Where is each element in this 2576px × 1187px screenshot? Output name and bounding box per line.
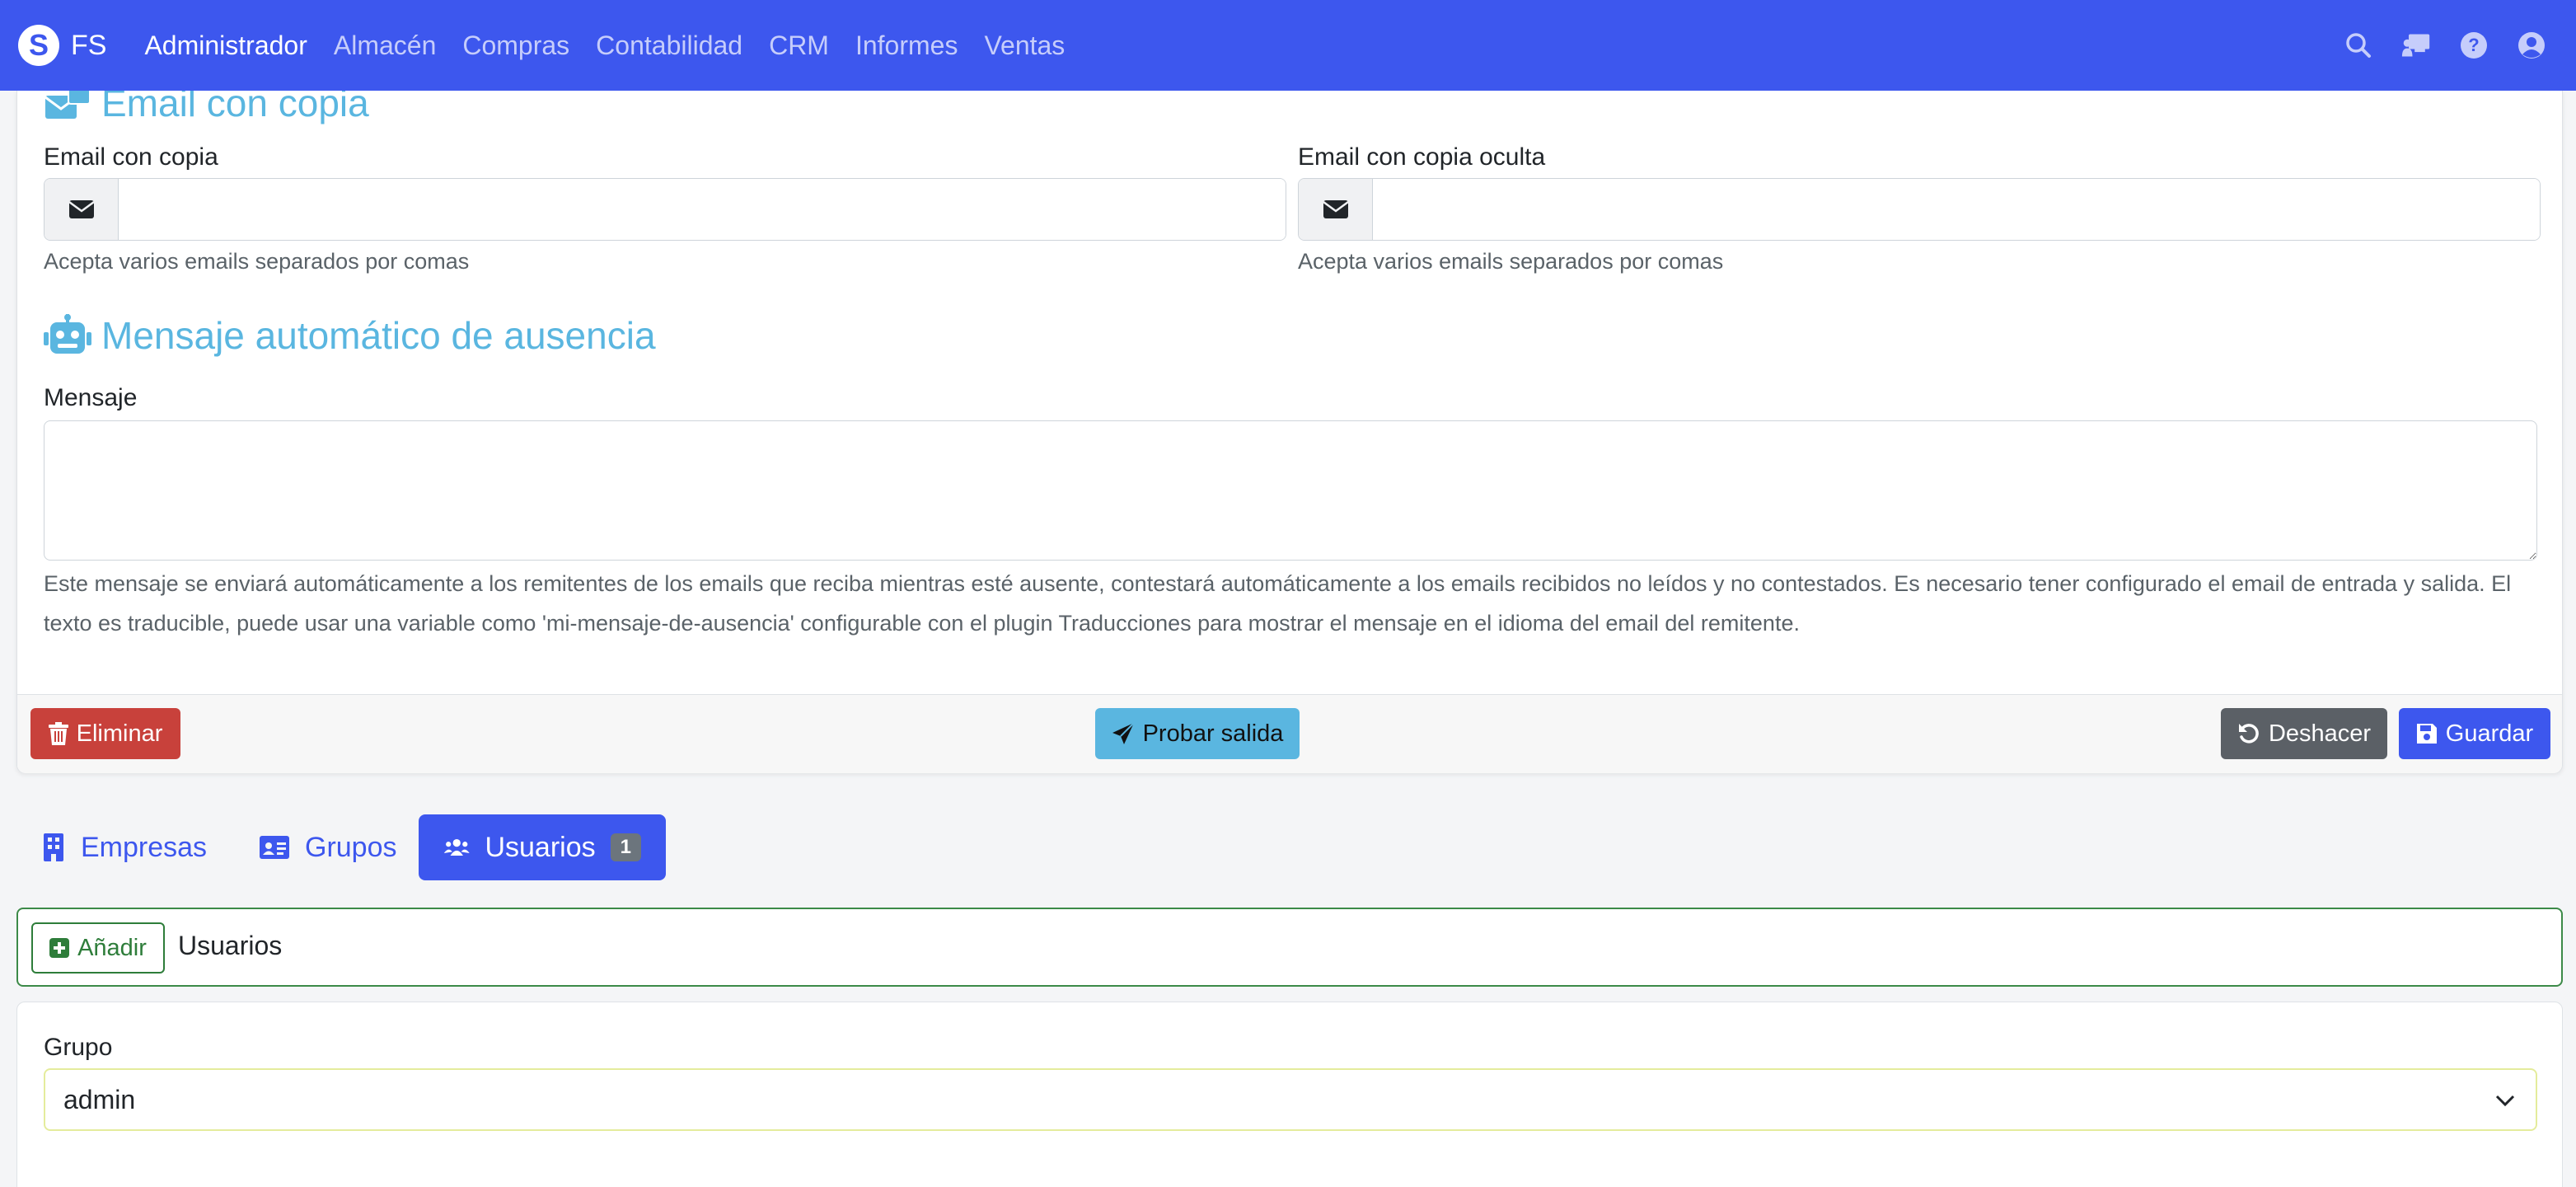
nav-item-compras[interactable]: Compras [462,30,569,61]
envelope-icon [44,179,119,240]
user-circle-icon[interactable] [2517,30,2546,60]
building-icon [44,833,63,861]
envelope-icon [1299,179,1373,240]
tab-grupos[interactable]: Grupos [234,814,422,880]
section-title-auto-reply: Mensaje automático de ausencia [44,313,656,358]
save-button[interactable]: Guardar [2399,708,2550,759]
plus-square-icon [49,938,70,958]
cc-email-input[interactable] [119,179,1286,240]
email-settings-card: Email con copia Email con copia Acepta v… [16,82,2563,773]
user-group-card: Grupo admin [16,1002,2563,1187]
cc-input-group [44,178,1286,241]
chalkboard-user-icon[interactable] [2401,30,2431,60]
save-button-label: Guardar [2445,720,2534,747]
tab-label: Empresas [81,831,208,863]
add-button-label: Añadir [77,934,147,961]
message-label: Mensaje [44,384,138,411]
tab-usuarios[interactable]: Usuarios 1 [419,814,666,880]
test-output-button-label: Probar salida [1142,720,1284,747]
group-select[interactable]: admin [44,1068,2537,1131]
tab-label: Usuarios [485,831,596,863]
nav-item-crm[interactable]: CRM [769,30,829,61]
test-output-button[interactable]: Probar salida [1095,708,1300,759]
add-button[interactable]: Añadir [31,922,165,974]
nav-item-almacen[interactable]: Almacén [334,30,437,61]
bcc-help-text: Acepta varios emails separados por comas [1298,249,1724,274]
paper-plane-icon [1112,722,1135,744]
users-icon [443,838,470,856]
main-menu: Administrador Almacén Compras Contabilid… [144,30,1091,61]
save-icon [2416,724,2437,744]
robot-icon [44,314,91,357]
svg-text:?: ? [2468,35,2479,55]
undo-icon [2238,724,2259,744]
cc-help-text: Acepta varios emails separados por comas [44,249,470,274]
brand-logo[interactable]: S [18,25,59,66]
id-card-icon [260,836,289,859]
top-navbar: S FS Administrador Almacén Compras Conta… [0,0,2576,91]
users-count-badge: 1 [610,833,641,861]
chevron-down-icon [2495,1095,2515,1107]
cc-label: Email con copia [44,143,218,171]
trash-icon [48,722,68,745]
group-label: Grupo [44,1034,113,1061]
auto-reply-message-textarea[interactable] [44,420,2537,561]
undo-button[interactable]: Deshacer [2221,708,2387,759]
toolbar-title: Usuarios [178,931,283,960]
tab-label: Grupos [305,831,397,863]
nav-item-informes[interactable]: Informes [855,30,958,61]
brand[interactable]: S FS [18,25,106,66]
bcc-input-group [1298,178,2541,241]
brand-text[interactable]: FS [71,30,106,62]
auto-reply-help-text: Este mensaje se enviará automáticamente … [44,571,2512,636]
section-title-text: Mensaje automático de ausencia [101,314,656,357]
bcc-label: Email con copia oculta [1298,143,1546,171]
group-select-value: admin [63,1084,136,1114]
undo-button-label: Deshacer [2268,720,2372,747]
nav-item-contabilidad[interactable]: Contabilidad [596,30,742,61]
tab-empresas[interactable]: Empresas [16,814,232,880]
navbar-icons: ? [2344,0,2546,91]
delete-button[interactable]: Eliminar [30,708,180,759]
delete-button-label: Eliminar [76,720,163,747]
nav-item-ventas[interactable]: Ventas [984,30,1065,61]
bcc-email-input[interactable] [1373,179,2540,240]
question-circle-icon[interactable]: ? [2459,30,2489,60]
nav-item-administrador[interactable]: Administrador [144,30,307,61]
search-icon[interactable] [2344,30,2373,60]
form-footer: Eliminar Probar salida Deshacer Guardar [17,694,2562,773]
users-toolbar: Añadir Usuarios [16,908,2563,987]
